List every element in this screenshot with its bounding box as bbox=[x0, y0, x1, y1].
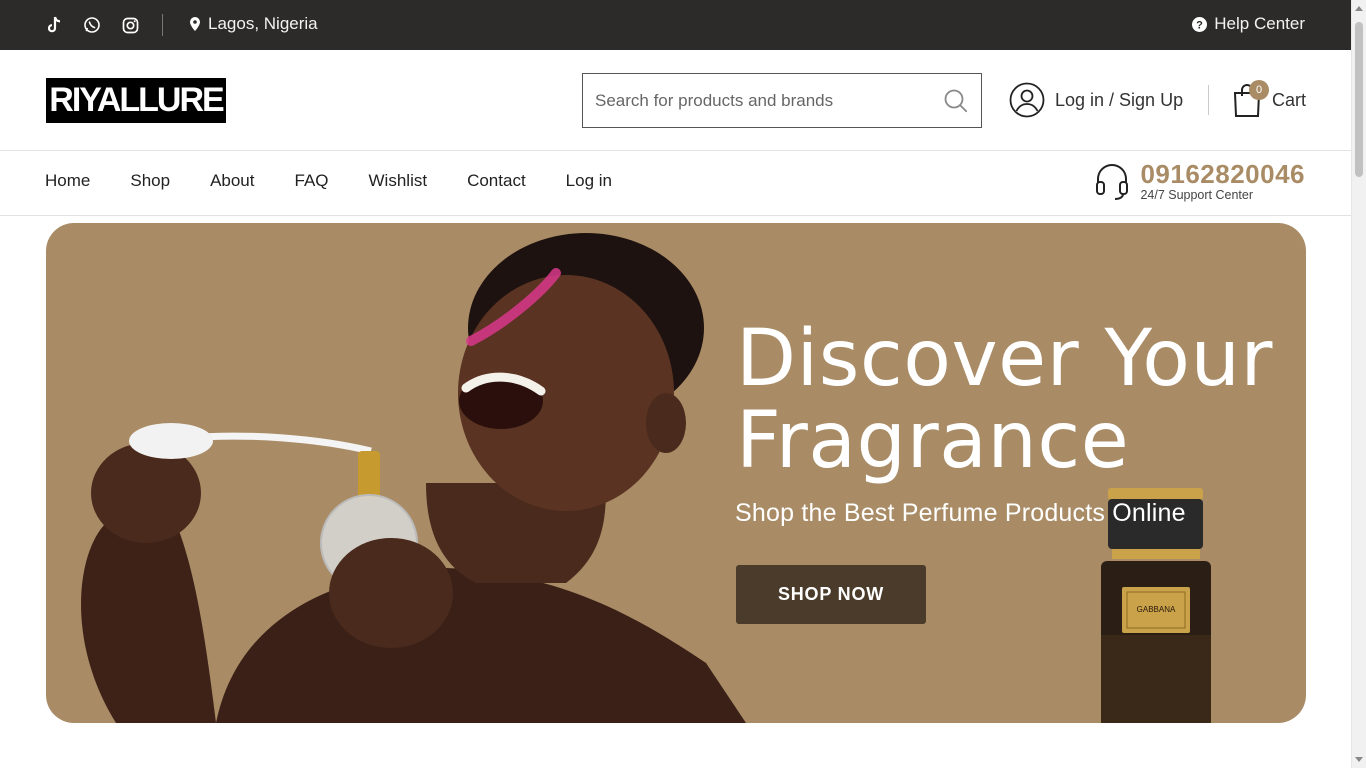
site-logo[interactable]: RIYALLURE bbox=[46, 78, 226, 123]
cart-button[interactable]: 0 Cart bbox=[1232, 80, 1307, 118]
hero-tagline: Shop the Best Perfume Products Online bbox=[735, 499, 1186, 527]
shop-now-button[interactable]: SHOP NOW bbox=[736, 565, 926, 624]
login-signup-label: Log in / Sign Up bbox=[1055, 89, 1184, 110]
nav-item-login[interactable]: Log in bbox=[566, 171, 612, 191]
cart-label: Cart bbox=[1272, 89, 1307, 110]
divider bbox=[162, 14, 163, 36]
search-icon[interactable] bbox=[943, 88, 969, 114]
scrollbar-thumb[interactable] bbox=[1355, 22, 1363, 177]
hero-model-image bbox=[81, 233, 746, 723]
cart-count-badge: 0 bbox=[1249, 80, 1269, 100]
location-text: Lagos, Nigeria bbox=[208, 14, 318, 33]
scroll-down-arrow-icon[interactable] bbox=[1355, 757, 1363, 762]
social-links bbox=[44, 14, 140, 36]
help-center-link[interactable]: ? Help Center bbox=[1191, 14, 1305, 34]
site-header: RIYALLURE Log in / Sign Up 0 Cart bbox=[0, 50, 1351, 151]
nav-item-about[interactable]: About bbox=[210, 171, 254, 191]
svg-text:?: ? bbox=[1196, 19, 1203, 31]
page-scrollbar[interactable] bbox=[1351, 0, 1366, 768]
hero-headline-line1: Discover Your bbox=[736, 314, 1273, 404]
search-input[interactable] bbox=[595, 90, 943, 111]
hero-headline: Discover Your Fragrance bbox=[736, 318, 1273, 482]
divider bbox=[1208, 85, 1209, 115]
top-bar: Lagos, Nigeria ? Help Center bbox=[0, 0, 1351, 50]
search-box bbox=[582, 73, 982, 128]
map-pin-icon bbox=[190, 17, 200, 31]
location: Lagos, Nigeria bbox=[189, 14, 318, 34]
help-icon: ? bbox=[1192, 16, 1208, 32]
nav-item-home[interactable]: Home bbox=[45, 171, 90, 191]
instagram-icon[interactable] bbox=[120, 14, 140, 36]
tiktok-icon[interactable] bbox=[44, 14, 64, 36]
nav-item-faq[interactable]: FAQ bbox=[295, 171, 329, 191]
login-signup-link[interactable]: Log in / Sign Up bbox=[1009, 82, 1183, 118]
support-contact: 09162820046 24/7 Support Center bbox=[1094, 160, 1305, 202]
user-icon bbox=[1009, 82, 1045, 118]
shopping-bag-icon: 0 bbox=[1232, 80, 1269, 118]
nav-item-shop[interactable]: Shop bbox=[130, 171, 170, 191]
nav-item-wishlist[interactable]: Wishlist bbox=[369, 171, 428, 191]
support-label: 24/7 Support Center bbox=[1140, 188, 1254, 202]
support-phone[interactable]: 09162820046 bbox=[1140, 160, 1305, 188]
hero-banner: Discover Your Fragrance GABBANA Shop the… bbox=[46, 223, 1306, 723]
bottle-brand-label: GABBANA bbox=[1137, 605, 1176, 614]
scroll-up-arrow-icon[interactable] bbox=[1355, 6, 1363, 11]
help-center-label: Help Center bbox=[1214, 14, 1305, 33]
headset-icon bbox=[1096, 164, 1129, 200]
main-nav: Home Shop About FAQ Wishlist Contact Log… bbox=[0, 151, 1351, 216]
nav-item-contact[interactable]: Contact bbox=[467, 171, 526, 191]
hero-headline-line2: Fragrance bbox=[736, 396, 1130, 486]
whatsapp-icon[interactable] bbox=[82, 14, 102, 36]
